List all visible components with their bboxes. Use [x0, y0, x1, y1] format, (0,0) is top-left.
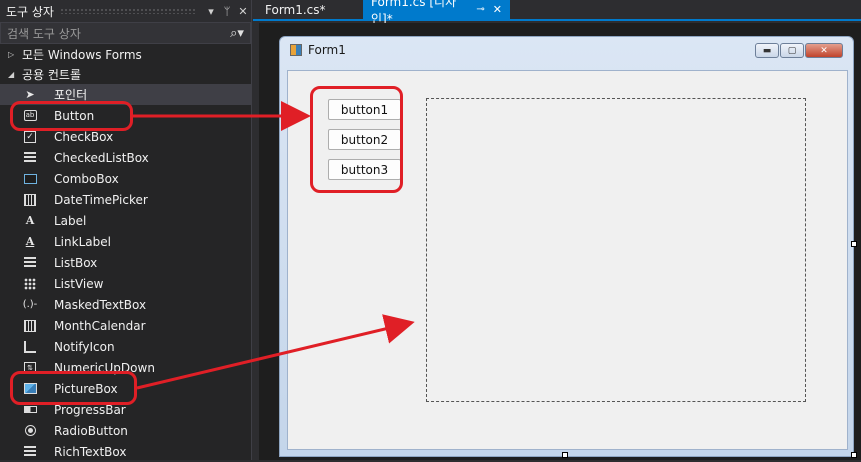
resize-handle-right[interactable] [851, 241, 857, 247]
tool-progressbar[interactable]: ProgressBar [0, 399, 251, 420]
search-icon[interactable]: ⌕▾ [224, 26, 250, 41]
tool-label: ProgressBar [54, 402, 126, 417]
tool-button[interactable]: ab Button [0, 105, 251, 126]
tool-linklabel[interactable]: A LinkLabel [0, 231, 251, 252]
designer-surface: Form1 ▬ ▢ ✕ button1 button2 button3 [253, 23, 861, 460]
tool-label: Button [54, 108, 95, 123]
form-window[interactable]: Form1 ▬ ▢ ✕ button1 button2 button3 [279, 36, 854, 457]
pin-icon[interactable]: ⊸ [476, 4, 484, 15]
checkbox-icon: ✓ [22, 129, 38, 145]
tool-label: ListBox [54, 255, 98, 270]
resize-handle-corner[interactable] [851, 452, 857, 458]
pointer-icon: ➤ [25, 88, 35, 101]
progressbar-icon [22, 402, 38, 418]
maximize-button[interactable]: ▢ [780, 43, 804, 58]
tab-label: Form1.cs* [265, 2, 326, 17]
form-button-2[interactable]: button2 [328, 129, 401, 150]
datetimepicker-icon [22, 192, 38, 208]
linklabel-icon: A [25, 235, 35, 248]
tool-label: 포인터 [54, 88, 88, 102]
form-title: Form1 [308, 43, 346, 57]
tool-picturebox[interactable]: PictureBox [0, 378, 251, 399]
resize-handle-bottom[interactable] [562, 452, 568, 458]
design-canvas[interactable]: Form1 ▬ ▢ ✕ button1 button2 button3 [259, 23, 861, 460]
toolbox-header: 도구 상자 ▾ ᛘ ✕ [0, 0, 251, 22]
tool-label: Label [54, 213, 87, 228]
pin-icon[interactable]: ᛘ [219, 5, 235, 18]
drag-grip[interactable] [59, 8, 197, 14]
expand-arrow-icon: ▷ [8, 49, 15, 59]
tool-label: ListView [54, 276, 104, 291]
close-button[interactable]: ✕ [805, 43, 843, 58]
combobox-icon [22, 171, 38, 187]
tool-label: CheckedListBox [54, 150, 149, 165]
group-label: 공용 컨트롤 [22, 67, 82, 82]
form-app-icon [290, 44, 302, 56]
tool-listbox[interactable]: ListBox [0, 252, 251, 273]
tool-checkbox[interactable]: ✓ CheckBox [0, 126, 251, 147]
tool-label: NumericUpDown [54, 360, 155, 375]
tool-label: RadioButton [54, 423, 128, 438]
toolbox-title: 도구 상자 [6, 4, 54, 19]
form-client-area[interactable]: button1 button2 button3 [287, 70, 848, 450]
collapse-arrow-icon: ◢ [8, 69, 15, 79]
tool-maskedtextbox[interactable]: (.)- MaskedTextBox [0, 294, 251, 315]
window-controls: ▬ ▢ ✕ [754, 43, 843, 58]
tool-label: MaskedTextBox [54, 297, 147, 312]
tab-form1-designer[interactable]: Form1.cs [디자인]* ⊸ ✕ [363, 0, 510, 26]
tool-combobox[interactable]: ComboBox [0, 168, 251, 189]
numericupdown-icon: ⇅ [22, 360, 38, 376]
listview-icon [22, 276, 38, 292]
monthcalendar-icon [22, 318, 38, 334]
richtextbox-icon [22, 444, 38, 460]
group-all-windows-forms[interactable]: ▷ 모든 Windows Forms [0, 44, 251, 64]
radiobutton-icon [22, 423, 38, 439]
toolbox-search-input[interactable]: 검색 도구 상자 ⌕▾ [0, 22, 251, 44]
maskedtextbox-icon: (.)- [22, 299, 38, 310]
tool-label: MonthCalendar [54, 318, 146, 333]
toolbox-panel: 도구 상자 ▾ ᛘ ✕ 검색 도구 상자 ⌕▾ ▷ 모든 Windows For… [0, 0, 252, 460]
minimize-button[interactable]: ▬ [755, 43, 779, 58]
tool-label: ComboBox [54, 171, 119, 186]
tool-label: NotifyIcon [54, 339, 115, 354]
label-icon: A [25, 214, 35, 227]
search-placeholder: 검색 도구 상자 [7, 26, 81, 41]
tool-radiobutton[interactable]: RadioButton [0, 420, 251, 441]
checkedlistbox-icon [22, 150, 38, 166]
tool-monthcalendar[interactable]: MonthCalendar [0, 315, 251, 336]
tool-numericupdown[interactable]: ⇅ NumericUpDown [0, 357, 251, 378]
tool-datetimepicker[interactable]: DateTimePicker [0, 189, 251, 210]
tool-richtextbox[interactable]: RichTextBox [0, 441, 251, 462]
picturebox-control[interactable] [426, 98, 806, 402]
tab-form1-code[interactable]: Form1.cs* [257, 0, 334, 19]
picturebox-icon [22, 381, 38, 397]
tool-checkedlistbox[interactable]: CheckedListBox [0, 147, 251, 168]
tool-label: LinkLabel [54, 234, 111, 249]
tool-pointer[interactable]: ➤ 포인터 [0, 84, 251, 105]
notifyicon-icon [22, 339, 38, 355]
dropdown-icon[interactable]: ▾ [203, 5, 219, 18]
tool-label: PictureBox [54, 381, 118, 396]
tool-label: RichTextBox [54, 444, 127, 459]
tool-label[interactable]: A Label [0, 210, 251, 231]
tool-label: DateTimePicker [54, 192, 148, 207]
tool-label: CheckBox [54, 129, 114, 144]
form-button-1[interactable]: button1 [328, 99, 401, 120]
close-icon[interactable]: ✕ [493, 3, 502, 16]
form-button-3[interactable]: button3 [328, 159, 401, 180]
tool-notifyicon[interactable]: NotifyIcon [0, 336, 251, 357]
close-icon[interactable]: ✕ [235, 5, 251, 18]
group-label: 모든 Windows Forms [22, 47, 142, 62]
document-tab-bar: Form1.cs* Form1.cs [디자인]* ⊸ ✕ [253, 0, 861, 26]
button-icon: ab [22, 108, 38, 124]
tool-listview[interactable]: ListView [0, 273, 251, 294]
listbox-icon [22, 255, 38, 271]
group-common-controls[interactable]: ◢ 공용 컨트롤 [0, 64, 251, 84]
